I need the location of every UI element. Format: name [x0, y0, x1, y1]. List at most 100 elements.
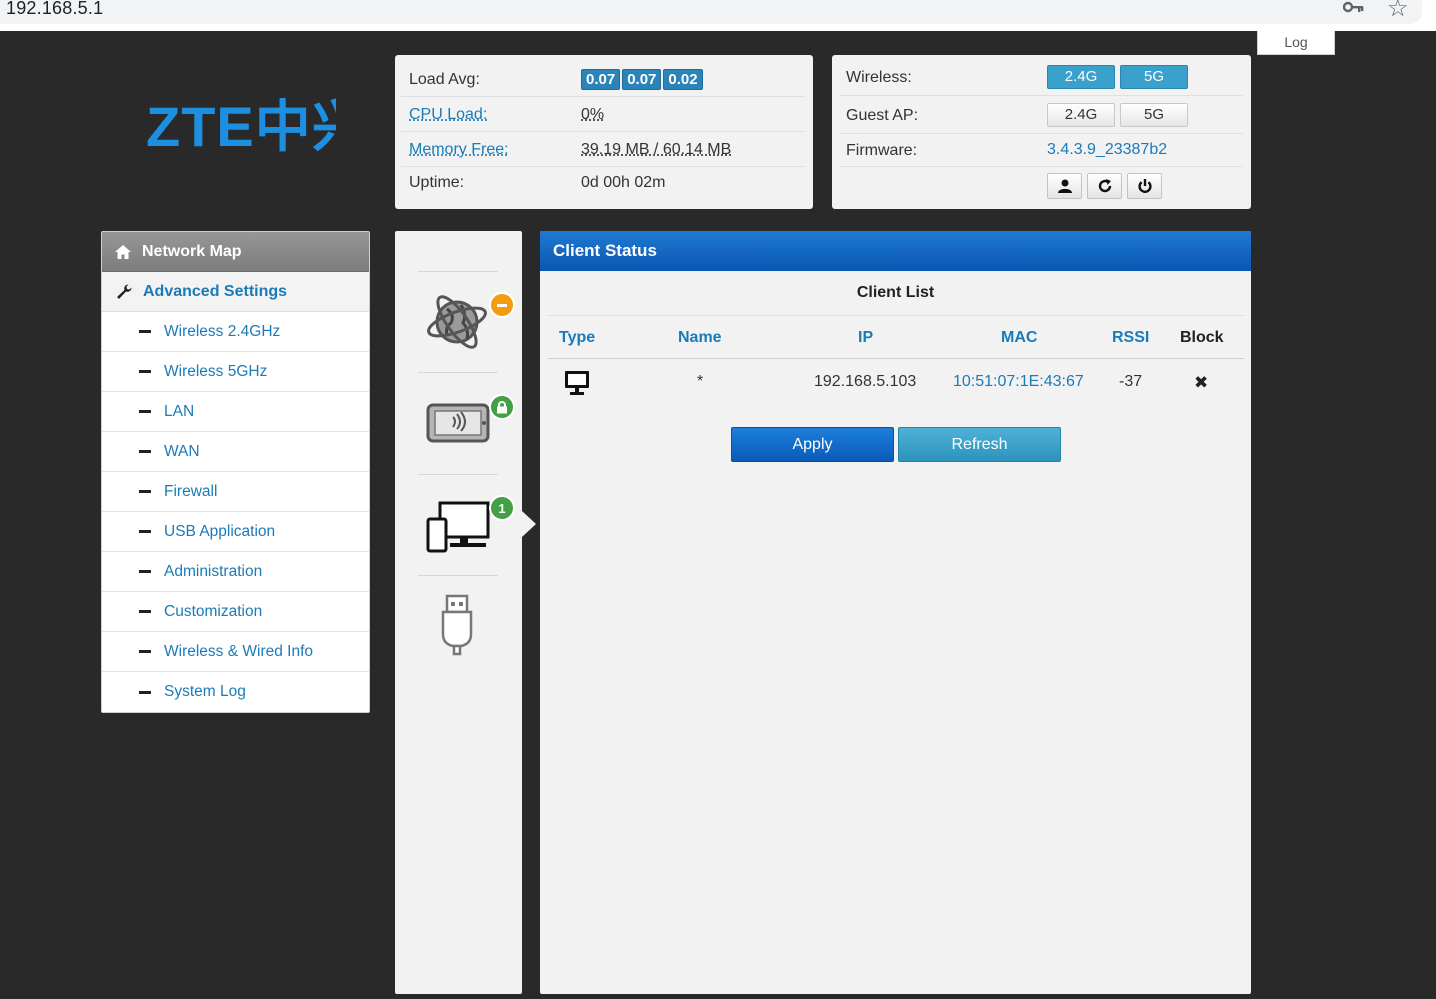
cpu-load-value: 0% [581, 106, 605, 123]
client-rssi: -37 [1119, 373, 1143, 390]
menu-item-firewall[interactable]: Firewall [102, 472, 369, 512]
menu-item-wireless-5ghz[interactable]: Wireless 5GHz [102, 352, 369, 392]
dash-icon [139, 690, 151, 694]
client-count-badge: 1 [489, 495, 515, 521]
wireless-24g-button[interactable]: 2.4G [1047, 65, 1115, 89]
dash-icon [139, 450, 151, 453]
table-row: * 192.168.5.103 10:51:07:1E:43:67 -37 ✖ [548, 359, 1244, 405]
divider [418, 474, 498, 475]
dash-icon [139, 570, 151, 573]
internet-globe-icon[interactable] [425, 289, 491, 355]
client-name: * [697, 373, 704, 390]
dash-icon [139, 610, 151, 613]
dash-icon [139, 330, 151, 333]
menu-item-usb-application[interactable]: USB Application [102, 512, 369, 552]
col-type[interactable]: Type [559, 329, 595, 347]
menu-item-label: Firewall [164, 482, 218, 500]
firmware-version-link[interactable]: 3.4.3.9_23387b2 [1047, 141, 1167, 159]
menu-network-map[interactable]: Network Map [102, 232, 369, 272]
menu-item-customization[interactable]: Customization [102, 592, 369, 632]
menu-item-label: Wireless 2.4GHz [164, 322, 281, 340]
menu-item-label: WAN [164, 442, 200, 460]
guest-ap-label: Guest AP: [846, 107, 919, 124]
load-avg-5: 0.07 [622, 69, 662, 90]
firmware-row: Firmware: 3.4.3.9_23387b2 [840, 132, 1243, 167]
router-wifi-icon[interactable] [426, 403, 490, 443]
address-bar[interactable]: 192.168.5.1 [0, 0, 1422, 24]
load-avg-label: Load Avg: [409, 71, 480, 88]
menu-item-label: Administration [164, 562, 263, 580]
menu-item-administration[interactable]: Administration [102, 552, 369, 592]
menu-item-label: System Log [164, 683, 246, 700]
menu-item-wireless-24ghz[interactable]: Wireless 2.4GHz [102, 312, 369, 352]
log-button[interactable]: Log [1257, 31, 1335, 55]
col-mac[interactable]: MAC [1001, 329, 1037, 347]
apply-button[interactable]: Apply [731, 427, 894, 462]
system-status-panel: Load Avg: 0.07 0.07 0.02 CPU Load: 0% Memo… [395, 55, 813, 209]
power-icon [1137, 179, 1152, 193]
firmware-label: Firmware: [846, 142, 918, 159]
cpu-load-link[interactable]: CPU Load: [409, 106, 487, 124]
menu-item-label: Customization [164, 602, 263, 620]
user-button[interactable] [1047, 173, 1082, 199]
divider [418, 575, 498, 576]
zte-logo: ZTE中兴 [146, 98, 336, 154]
menu-item-system-log[interactable]: System Log [102, 672, 369, 712]
divider [418, 372, 498, 373]
block-client-icon[interactable]: ✖ [1194, 373, 1208, 393]
dash-icon [139, 370, 151, 373]
desktop-computer-icon [565, 371, 589, 395]
home-icon [115, 244, 131, 259]
power-button[interactable] [1127, 173, 1162, 199]
menu-item-lan[interactable]: LAN [102, 392, 369, 432]
col-rssi[interactable]: RSSI [1112, 329, 1149, 347]
guest-5g-button[interactable]: 5G [1120, 103, 1188, 127]
wireless-label: Wireless: [846, 69, 912, 86]
side-menu: Network Map Advanced Settings Wireless 2… [101, 231, 370, 713]
dash-icon [139, 530, 151, 533]
memory-free-value: 39.19 MB / 60.14 MB [581, 141, 732, 158]
network-map-column: 1 [395, 231, 522, 994]
menu-network-map-label: Network Map [142, 242, 242, 260]
client-list-heading: Client List [856, 284, 935, 301]
client-mac-link[interactable]: 10:51:07:1E:43:67 [953, 373, 1084, 391]
security-lock-icon [489, 394, 515, 420]
browser-toolbar: 192.168.5.1 ☆ [0, 0, 1436, 31]
memory-free-link[interactable]: Memory Free: [409, 141, 509, 159]
internet-status-minus-icon [489, 292, 515, 318]
client-ip: 192.168.5.103 [814, 373, 917, 390]
guest-24g-button[interactable]: 2.4G [1047, 103, 1115, 127]
usb-icon[interactable] [439, 594, 475, 658]
bookmark-star-icon[interactable]: ☆ [1387, 0, 1409, 23]
uptime-label: Uptime: [409, 174, 465, 191]
wrench-icon [117, 284, 132, 299]
active-section-pointer [522, 511, 536, 537]
menu-item-label: USB Application [164, 522, 276, 540]
col-block: Block [1180, 329, 1224, 346]
user-icon [1057, 179, 1072, 193]
load-avg-1: 0.07 [581, 69, 621, 90]
menu-item-label: Wireless & Wired Info [164, 642, 314, 660]
refresh-button[interactable]: Refresh [898, 427, 1061, 462]
menu-item-wireless-wired-info[interactable]: Wireless & Wired Info [102, 632, 369, 672]
dash-icon [139, 490, 151, 493]
menu-item-label: Wireless 5GHz [164, 362, 268, 380]
menu-item-wan[interactable]: WAN [102, 432, 369, 472]
url-text[interactable]: 192.168.5.1 [6, 0, 103, 19]
refresh-icon [1098, 179, 1111, 193]
system-actions-row [840, 168, 1243, 205]
col-name[interactable]: Name [678, 329, 722, 347]
reboot-button[interactable] [1087, 173, 1122, 199]
client-status-panel: Client Status Client List Type Name IP M… [540, 231, 1251, 994]
uptime-row: Uptime: 0d 00h 02m [401, 166, 805, 200]
menu-advanced-settings[interactable]: Advanced Settings [102, 272, 369, 312]
client-table-header: Type Name IP MAC RSSI Block [548, 315, 1244, 359]
wireless-5g-button[interactable]: 5G [1120, 65, 1188, 89]
menu-item-label: LAN [164, 402, 195, 420]
key-icon[interactable] [1343, 0, 1365, 16]
dash-icon [139, 410, 151, 413]
col-ip[interactable]: IP [858, 329, 873, 347]
load-avg-row: Load Avg: 0.07 0.07 0.02 [401, 63, 805, 97]
load-avg-values: 0.07 0.07 0.02 [581, 69, 705, 90]
clients-devices-icon[interactable] [426, 501, 490, 553]
